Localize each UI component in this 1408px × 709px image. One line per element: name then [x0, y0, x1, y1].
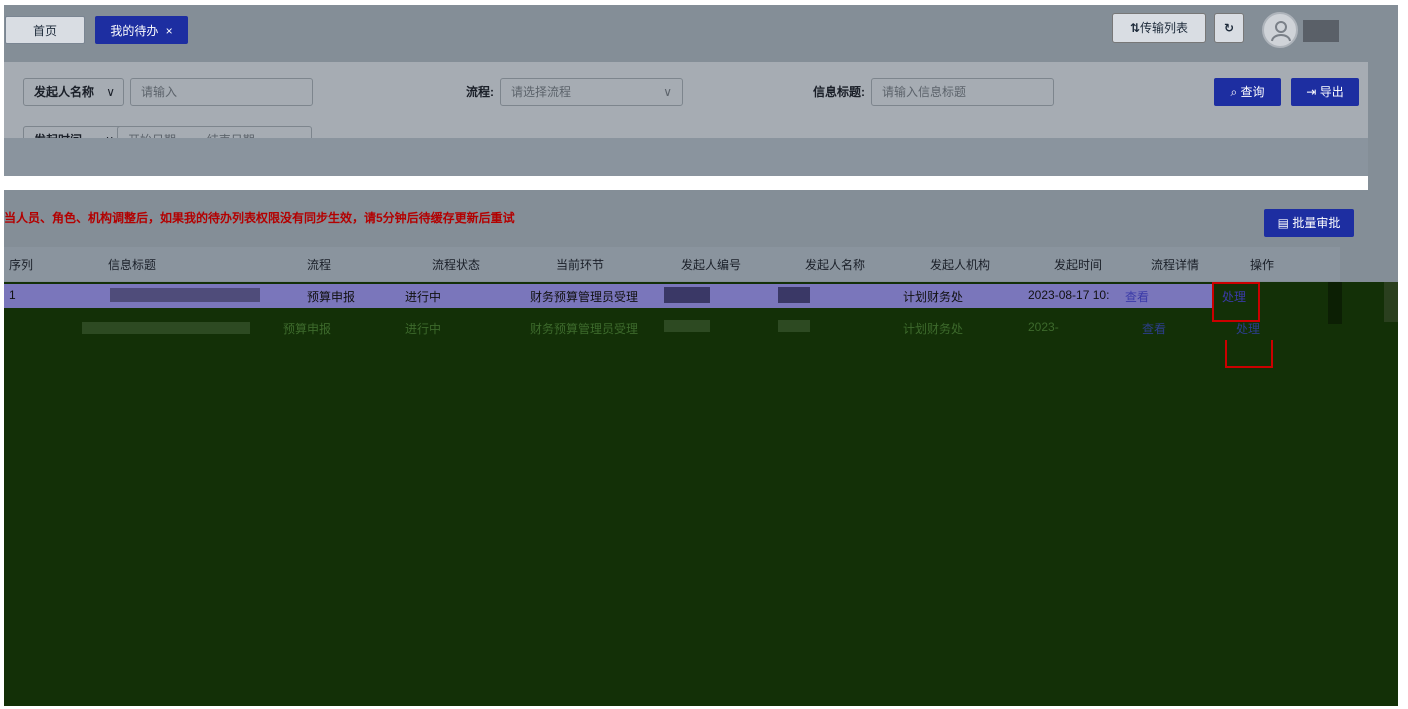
refresh-icon[interactable]: ↻ — [1214, 13, 1244, 43]
user-icon — [1271, 21, 1291, 42]
search-icon: ⌕ — [1230, 85, 1241, 99]
initiator-name-redacted — [778, 287, 810, 303]
handle-button[interactable]: 处理 — [1222, 288, 1246, 305]
row-org: 计划财务处 — [903, 322, 964, 336]
permission-notice: 当人员、角色、机构调整后，如果我的待办列表权限没有同步生效，请5分钟后待缓存更新… — [4, 211, 515, 225]
action-highlight — [1225, 340, 1273, 368]
title-redacted — [82, 322, 250, 334]
tab-home[interactable]: 首页 — [5, 16, 85, 44]
transfer-list-button[interactable]: ⇅传输列表 — [1112, 13, 1206, 43]
sort-arrows-icon: ⇅ — [1129, 21, 1141, 35]
row-org: 计划财务处 — [903, 290, 964, 304]
handle-button[interactable]: 处理 — [1236, 320, 1260, 337]
col-initiator-name: 发起人名称 — [805, 258, 866, 272]
process-label: 流程: — [466, 85, 494, 99]
chevron-down-icon: ∨ — [106, 85, 115, 99]
initiator-id-redacted — [664, 320, 710, 332]
avatar[interactable] — [1262, 12, 1298, 48]
transfer-list-label: 传输列表 — [1140, 21, 1189, 35]
dark-overlay — [4, 282, 1398, 706]
search-button-label: 查询 — [1240, 85, 1265, 99]
table-header — [4, 247, 1340, 281]
row-step: 财务预算管理员受理 — [530, 322, 639, 336]
col-time: 发起时间 — [1054, 258, 1103, 272]
row-time: 2023-08-17 10: — [1028, 288, 1110, 302]
col-seq: 序列 — [9, 258, 34, 272]
batch-approve-label: 批量审批 — [1292, 216, 1341, 230]
view-detail-link[interactable]: 查看 — [1125, 288, 1149, 305]
view-detail-link[interactable]: 查看 — [1142, 320, 1166, 337]
row-status: 进行中 — [405, 290, 442, 304]
col-detail: 流程详情 — [1151, 258, 1200, 272]
process-select[interactable]: 请选择流程 ∨ — [500, 78, 683, 106]
initiator-name-placeholder: 请输入 — [141, 85, 178, 99]
row-status: 进行中 — [405, 322, 442, 336]
col-status: 流程状态 — [432, 258, 481, 272]
col-current-step: 当前环节 — [556, 258, 605, 272]
col-action: 操作 — [1250, 258, 1275, 272]
right-edge-fragment — [1384, 282, 1398, 322]
col-initiator-org: 发起人机构 — [930, 258, 991, 272]
scroll-edge — [1328, 282, 1342, 324]
export-button[interactable]: ⇥ 导出 — [1291, 78, 1359, 106]
row-process: 预算申报 — [283, 322, 332, 336]
process-placeholder: 请选择流程 — [511, 85, 572, 99]
tab-my-todo[interactable]: 我的待办 × — [95, 16, 188, 44]
tab-my-todo-label: 我的待办 — [110, 24, 159, 38]
close-icon[interactable]: × — [166, 24, 173, 38]
col-initiator-id: 发起人编号 — [681, 258, 742, 272]
col-info-title: 信息标题 — [108, 258, 157, 272]
initiator-name-input[interactable]: 请输入 — [130, 78, 313, 106]
initiator-name-select[interactable]: 发起人名称 ∨ — [23, 78, 124, 106]
tab-home-label: 首页 — [32, 24, 57, 38]
export-button-label: 导出 — [1319, 85, 1344, 99]
user-name-redacted — [1303, 20, 1339, 42]
row-step: 财务预算管理员受理 — [530, 290, 639, 304]
initiator-name-select-label: 发起人名称 — [34, 85, 95, 99]
col-process: 流程 — [307, 258, 332, 272]
batch-approve-button[interactable]: ▤ 批量审批 — [1264, 209, 1354, 237]
row-process: 预算申报 — [307, 290, 356, 304]
row-time: 2023- — [1028, 320, 1059, 334]
chevron-down-icon: ∨ — [663, 85, 672, 99]
right-edge-band — [1368, 62, 1398, 282]
initiator-id-redacted — [664, 287, 710, 303]
document-icon: ▤ — [1277, 216, 1293, 230]
row-seq: 1 — [9, 288, 16, 302]
search-button[interactable]: ⌕ 查询 — [1214, 78, 1281, 106]
spacer-band — [4, 138, 1368, 176]
export-icon: ⇥ — [1306, 85, 1320, 99]
title-redacted — [110, 288, 260, 302]
initiator-name-redacted — [778, 320, 810, 332]
info-title-input[interactable]: 请输入信息标题 — [871, 78, 1054, 106]
info-title-placeholder: 请输入信息标题 — [882, 85, 967, 99]
info-title-label: 信息标题: — [813, 85, 865, 99]
